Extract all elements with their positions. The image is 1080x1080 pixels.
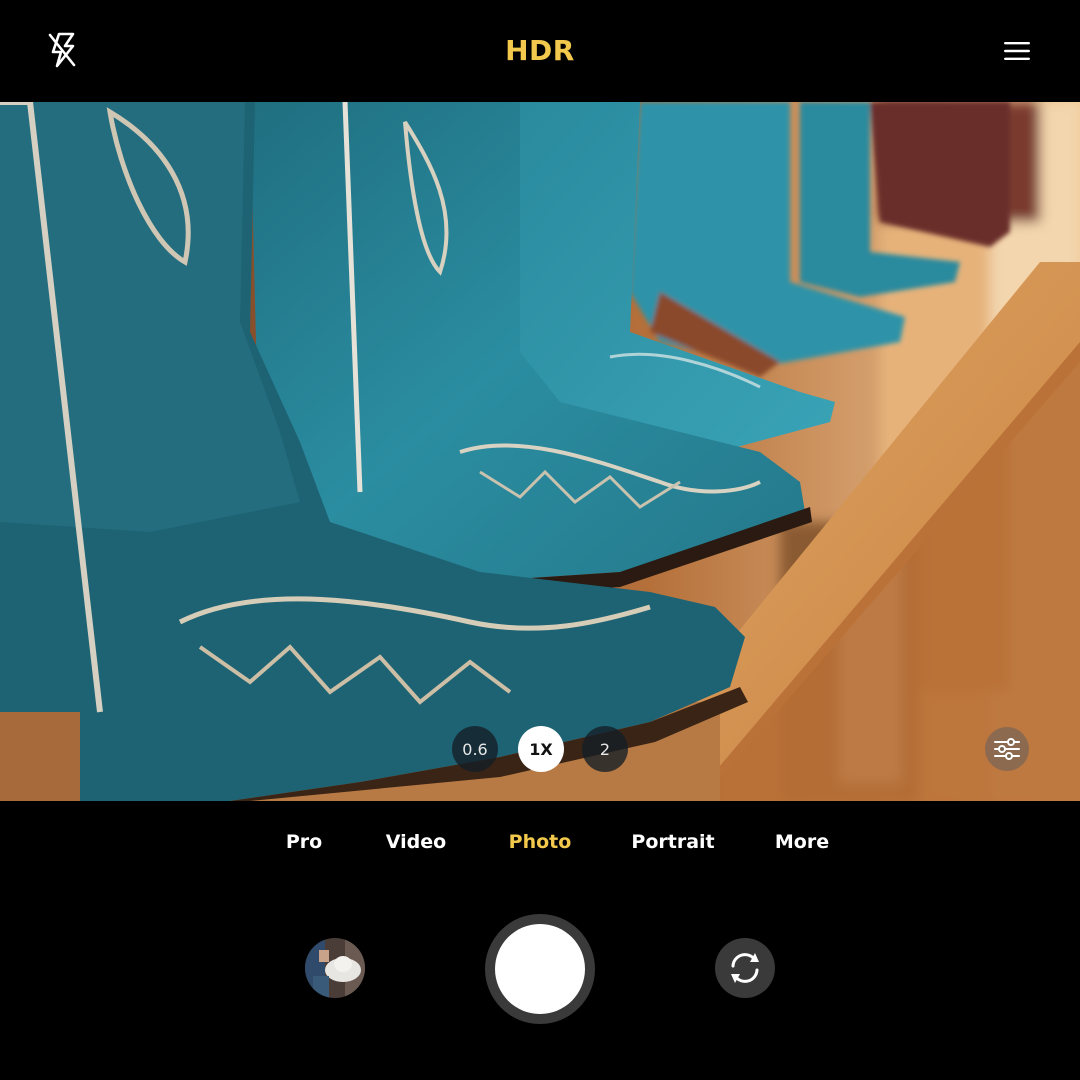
flash-off-button[interactable]	[40, 28, 84, 72]
mode-photo[interactable]: Photo	[509, 831, 572, 853]
camera-settings-button[interactable]	[985, 727, 1029, 771]
flash-off-icon	[48, 32, 76, 68]
camera-viewfinder[interactable]	[0, 102, 1080, 801]
gallery-preview-image	[305, 938, 365, 998]
gallery-thumbnail[interactable]	[305, 938, 365, 998]
zoom-option-2[interactable]: 2	[582, 726, 628, 772]
mode-portrait[interactable]: Portrait	[631, 831, 714, 853]
mode-pro[interactable]: Pro	[286, 831, 322, 853]
viewfinder-photo	[0, 102, 1080, 801]
top-bar: HDR	[0, 0, 1080, 102]
hdr-toggle[interactable]: HDR	[505, 34, 575, 67]
zoom-option-1x[interactable]: 1X	[518, 726, 564, 772]
hamburger-menu-icon	[1004, 42, 1030, 60]
mode-video[interactable]: Video	[386, 831, 446, 853]
camera-mode-bar: Pro Video Photo Portrait More	[0, 801, 1080, 887]
mode-more[interactable]: More	[775, 831, 829, 853]
capture-controls	[0, 887, 1080, 1080]
sliders-icon	[994, 738, 1020, 760]
zoom-selector: 0.6 1X 2	[452, 726, 632, 772]
zoom-option-0-6[interactable]: 0.6	[452, 726, 498, 772]
menu-button[interactable]	[996, 30, 1038, 72]
camera-flip-icon	[731, 953, 759, 983]
camera-flip-button[interactable]	[715, 938, 775, 998]
shutter-core	[495, 924, 585, 1014]
shutter-button[interactable]	[485, 914, 595, 1024]
